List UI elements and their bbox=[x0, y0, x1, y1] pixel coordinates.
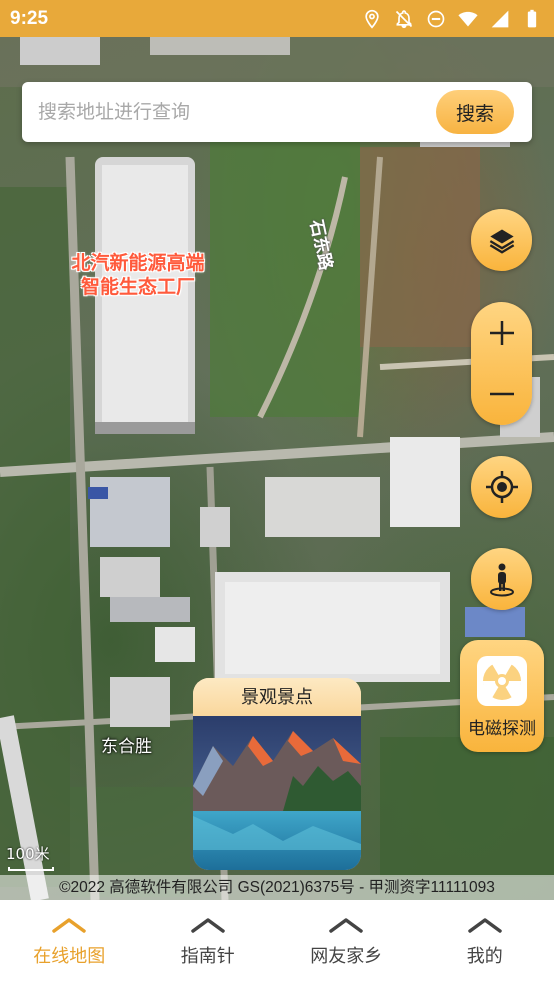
minus-icon bbox=[489, 392, 514, 396]
map-copyright: ©2022 高德软件有限公司 GS(2021)6375号 - 甲测资字11111… bbox=[0, 875, 554, 900]
location-icon bbox=[362, 9, 382, 29]
do-not-disturb-icon bbox=[426, 9, 446, 29]
person-icon bbox=[487, 561, 517, 597]
nav-label-online-map: 在线地图 bbox=[33, 946, 106, 967]
wifi-icon bbox=[458, 9, 478, 29]
scenic-spots-title: 景观景点 bbox=[193, 678, 361, 716]
status-bar: 9:25 bbox=[0, 0, 554, 37]
notifications-off-icon bbox=[394, 9, 414, 29]
nav-label-hometown: 网友家乡 bbox=[310, 946, 383, 967]
layers-icon bbox=[488, 226, 516, 254]
village-label: 东合胜 bbox=[101, 737, 152, 757]
nav-item-compass[interactable]: 指南针 bbox=[139, 900, 278, 985]
factory-label-line1: 北汽新能源高端 bbox=[71, 252, 205, 274]
nav-item-online-map[interactable]: 在线地图 bbox=[0, 900, 139, 985]
nav-item-mine[interactable]: 我的 bbox=[416, 900, 554, 985]
status-time: 9:25 bbox=[10, 7, 49, 29]
chevron-up-icon bbox=[52, 918, 86, 933]
status-icons bbox=[362, 9, 542, 29]
search-bar: 搜索 bbox=[22, 82, 532, 142]
nav-label-mine: 我的 bbox=[466, 946, 503, 967]
nav-label-compass: 指南针 bbox=[180, 946, 235, 967]
plus-icon bbox=[489, 321, 514, 345]
bottom-navigation: 在线地图 指南针 网友家乡 我的 bbox=[0, 900, 554, 985]
search-input[interactable] bbox=[38, 94, 438, 130]
chevron-up-icon bbox=[329, 918, 363, 933]
radiation-icon bbox=[477, 656, 527, 706]
zoom-control bbox=[471, 302, 532, 425]
street-view-button[interactable] bbox=[471, 548, 532, 610]
emf-detect-label: 电磁探测 bbox=[468, 719, 536, 739]
scenic-thumbnail-image bbox=[193, 716, 361, 870]
chevron-up-icon bbox=[468, 918, 502, 933]
signal-icon bbox=[490, 9, 510, 29]
locate-icon bbox=[485, 470, 519, 504]
scenic-spots-card[interactable]: 景观景点 bbox=[193, 678, 361, 870]
map-scale-bar bbox=[8, 867, 54, 871]
locate-button[interactable] bbox=[471, 456, 532, 518]
battery-icon bbox=[522, 9, 542, 29]
nav-item-hometown[interactable]: 网友家乡 bbox=[277, 900, 416, 985]
zoom-in-button[interactable] bbox=[471, 303, 532, 364]
chevron-up-icon bbox=[191, 918, 225, 933]
zoom-out-button[interactable] bbox=[471, 364, 532, 425]
layers-button[interactable] bbox=[471, 209, 532, 271]
search-button[interactable]: 搜索 bbox=[436, 90, 514, 134]
emf-detect-button[interactable]: 电磁探测 bbox=[460, 640, 544, 752]
factory-label-line2: 智能生态工厂 bbox=[80, 276, 195, 298]
map-scale: 100米 bbox=[6, 845, 50, 863]
factory-label: 北汽新能源高端 智能生态工厂 bbox=[58, 251, 218, 299]
